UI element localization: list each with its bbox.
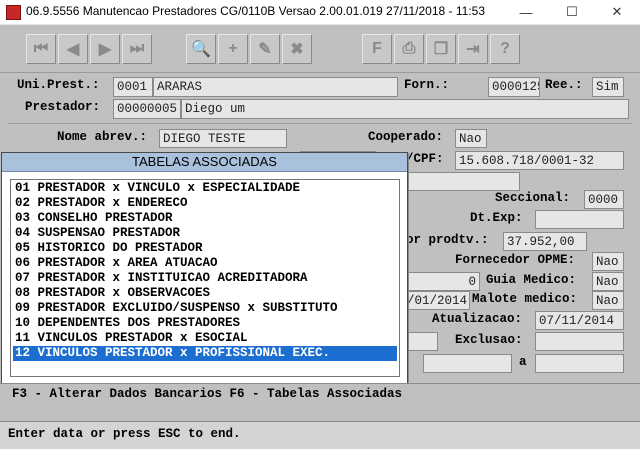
tabelas-list: 01 PRESTADOR x VINCULO x ESPECIALIDADE 0… [10, 179, 400, 377]
cooperado-label: Cooperado: [368, 130, 444, 144]
dialog-title: TABELAS ASSOCIADAS [2, 153, 407, 172]
uni-prest-code-field[interactable]: 0001 [113, 77, 153, 97]
list-item[interactable]: 11 VINCULOS PRESTADOR x ESOCIAL [13, 331, 397, 346]
prev-record-icon[interactable]: ◀ [58, 34, 88, 64]
toolbar: ⏮ ◀ ▶ ⏭ 🔍 + ✎ ✖ F ⎙ ❐ ⇥ ? [0, 25, 640, 73]
list-item[interactable]: 02 PRESTADOR x ENDERECO [13, 196, 397, 211]
edit-icon[interactable]: ✎ [250, 34, 280, 64]
malote-medico-label: Malote medico: [472, 292, 578, 306]
forn-label: Forn.: [404, 78, 450, 92]
cooperado-field[interactable]: Nao [455, 129, 487, 148]
uni-prest-label: Uni.Prest.: [17, 78, 100, 92]
prestador-label: Prestador: [25, 100, 101, 114]
last-record-icon[interactable]: ⏭ [122, 34, 152, 64]
cpf-field[interactable]: 15.608.718/0001-32 [455, 151, 624, 170]
nome-abrev-label: Nome abrev.: [57, 130, 148, 144]
prodtv-label: or prodtv.: [406, 233, 489, 247]
app-icon [6, 5, 21, 20]
header-separator [8, 123, 632, 124]
exit-icon[interactable]: ⇥ [458, 34, 488, 64]
message-bar: Enter data or press ESC to end. [0, 421, 640, 449]
add-icon[interactable]: + [218, 34, 248, 64]
guia-medico-field[interactable]: Nao [592, 272, 624, 291]
maximize-button[interactable]: ☐ [549, 0, 595, 24]
atualizacao-label: Atualizacao: [432, 312, 523, 326]
list-item[interactable]: 09 PRESTADOR EXCLUIDO/SUSPENSO x SUBSTIT… [13, 301, 397, 316]
date-to-field[interactable] [535, 354, 624, 373]
cpf-label: /CPF: [406, 152, 444, 166]
date-from-field[interactable] [423, 354, 512, 373]
exclusao-field[interactable] [535, 332, 624, 351]
help-icon[interactable]: ? [490, 34, 520, 64]
prestador-name-field[interactable]: Diego um [181, 99, 629, 119]
function-key-bar: F3 - Alterar Dados Bancarios F6 - Tabela… [0, 383, 640, 422]
status-message: Enter data or press ESC to end. [8, 427, 241, 441]
prestador-code-field[interactable]: 00000005 [113, 99, 181, 119]
forn-field[interactable]: 000012508 [488, 77, 540, 97]
next-record-icon[interactable]: ▶ [90, 34, 120, 64]
nome-abrev-field[interactable]: DIEGO TESTE [159, 129, 287, 148]
list-item[interactable]: 08 PRESTADOR x OBSERVACOES [13, 286, 397, 301]
list-item[interactable]: 07 PRESTADOR x INSTITUICAO ACREDITADORA [13, 271, 397, 286]
guia-medico-label: Guia Medico: [486, 273, 577, 287]
list-item[interactable]: 06 PRESTADOR x AREA ATUACAO [13, 256, 397, 271]
malote-medico-field[interactable]: Nao [592, 291, 624, 310]
list-item[interactable]: 01 PRESTADOR x VINCULO x ESPECIALIDADE [13, 181, 397, 196]
tabelas-associadas-dialog: TABELAS ASSOCIADAS 01 PRESTADOR x VINCUL… [1, 152, 408, 384]
ree-label: Ree.: [545, 78, 583, 92]
delete-icon[interactable]: ✖ [282, 34, 312, 64]
fornecedor-opme-field[interactable]: Nao [592, 252, 624, 271]
fornecedor-opme-label: Fornecedor OPME: [455, 253, 576, 267]
minimize-button[interactable]: — [503, 0, 549, 24]
list-item-selected[interactable]: 12 VINCULOS PRESTADOR x PROFISSIONAL EXE… [13, 346, 397, 361]
uni-prest-name-field[interactable]: ARARAS [153, 77, 398, 97]
list-item[interactable]: 05 HISTORICO DO PRESTADOR [13, 241, 397, 256]
atualizacao-field[interactable]: 07/11/2014 [535, 311, 624, 330]
seccional-field[interactable]: 0000 [584, 190, 624, 209]
window-title: 06.9.5556 Manutencao Prestadores CG/0110… [26, 4, 485, 18]
blank-field-1[interactable] [406, 172, 520, 191]
list-item[interactable]: 03 CONSELHO PRESTADOR [13, 211, 397, 226]
window-title-bar: 06.9.5556 Manutencao Prestadores CG/0110… [0, 0, 640, 25]
exclusao-label: Exclusao: [455, 333, 523, 347]
zero-field[interactable]: 0 [406, 272, 480, 291]
first-record-icon[interactable]: ⏮ [26, 34, 56, 64]
list-item[interactable]: 04 SUSPENSAO PRESTADOR [13, 226, 397, 241]
prodtv-field[interactable]: 37.952,00 [503, 232, 587, 251]
search-icon[interactable]: 🔍 [186, 34, 216, 64]
blank-field-2[interactable] [406, 332, 438, 351]
filter-icon[interactable]: F [362, 34, 392, 64]
dtexp-field[interactable] [535, 210, 624, 229]
dtexp-label: Dt.Exp: [470, 211, 523, 225]
print-icon[interactable]: ⎙ [394, 34, 424, 64]
list-item[interactable]: 10 DEPENDENTES DOS PRESTADORES [13, 316, 397, 331]
seccional-label: Seccional: [495, 191, 571, 205]
close-button[interactable]: ✕ [594, 0, 640, 24]
a-label: a [519, 355, 527, 369]
ree-field[interactable]: Sim [592, 77, 624, 97]
function-key-hints: F3 - Alterar Dados Bancarios F6 - Tabela… [12, 387, 403, 401]
date-partial-field[interactable]: /01/2014 [406, 291, 470, 310]
copy-icon[interactable]: ❐ [426, 34, 456, 64]
